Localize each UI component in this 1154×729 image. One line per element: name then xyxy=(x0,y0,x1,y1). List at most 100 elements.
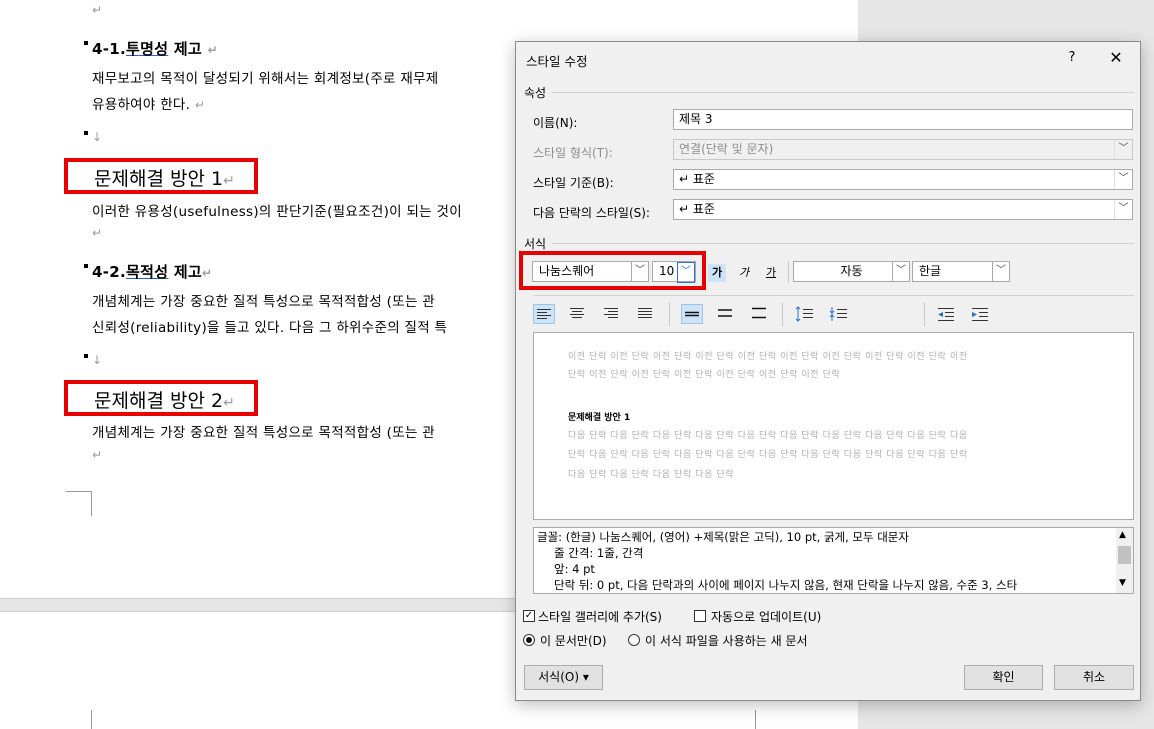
toolbar-separator xyxy=(788,261,789,283)
spacing-decrease-icon xyxy=(829,307,847,321)
add-to-gallery-label[interactable]: 스타일 갤러리에 추가(S) xyxy=(538,608,662,625)
align-left-button[interactable] xyxy=(533,304,555,324)
section-title-underlined: 투명성 xyxy=(126,40,169,58)
script-value: 한글 xyxy=(919,264,942,278)
indent-icon xyxy=(972,308,988,321)
close-button[interactable]: ✕ xyxy=(1101,47,1131,69)
heading-problem-solution-2[interactable]: 문제해결 방안 2↵ xyxy=(94,386,235,413)
increase-paragraph-spacing-button[interactable] xyxy=(794,304,816,324)
section-title-rest: 제고 xyxy=(168,40,203,58)
heading-problem-solution-1[interactable]: 문제해결 방안 1↵ xyxy=(94,164,235,191)
properties-group-label: 속성 xyxy=(524,86,547,100)
heading-text: 문제해결 방안 1 xyxy=(94,168,224,190)
next-style-value: ↵ 표준 xyxy=(679,202,715,216)
page-corner-mark xyxy=(66,491,91,492)
new-documents-label[interactable]: 이 서식 파일을 사용하는 새 문서 xyxy=(645,632,808,649)
justify-icon xyxy=(638,308,652,318)
heading-bullet xyxy=(84,264,88,268)
preview-next-paragraph: 단락 다음 단락 다음 단락 다음 단락 다음 단락 다음 단락 다음 단락 다… xyxy=(568,450,968,460)
decrease-indent-button[interactable] xyxy=(935,304,957,324)
format-menu-button[interactable]: 서식(O) ▾ xyxy=(524,665,603,690)
preview-previous-paragraph: 단락 이전 단락 이전 단락 이전 단락 이전 단락 이전 단락 이전 단락 xyxy=(568,370,841,380)
style-type-select: 연결(단락 및 문자) ﹀ xyxy=(673,139,1133,160)
paragraph-mark: ↵ xyxy=(92,448,103,462)
body-text-line[interactable]: 신뢰성(reliability)을 들고 있다. 다음 그 하위수준의 질적 특 xyxy=(92,316,447,336)
auto-update-checkbox[interactable] xyxy=(694,610,706,622)
ok-button[interactable]: 확인 xyxy=(964,665,1043,690)
paragraph-mark: ↵ xyxy=(92,226,103,240)
name-label: 이름(N): xyxy=(533,116,578,130)
style-based-on-select[interactable]: ↵ 표준 ﹀ xyxy=(673,169,1133,190)
one-half-spacing-button[interactable] xyxy=(715,304,737,324)
italic-button[interactable]: 가 xyxy=(735,264,753,282)
group-divider xyxy=(533,295,1134,296)
page-corner-mark xyxy=(91,710,92,729)
line-break-mark: ↓ xyxy=(92,130,103,144)
scroll-up-icon[interactable]: ▲ xyxy=(1119,530,1126,540)
body-text-line[interactable]: 재무보고의 목적이 달성되기 위해서는 회계정보(주로 재무제 xyxy=(92,67,439,87)
chevron-down-icon: ﹀ xyxy=(1114,170,1132,189)
based-on-label: 스타일 기준(B): xyxy=(533,176,614,190)
section-title-rest: 제고 xyxy=(168,263,203,281)
body-text-line[interactable]: 이러한 유용성(usefulness)의 판단기준(필요조건)이 되는 것이 xyxy=(92,200,462,220)
highlight-box-font xyxy=(519,251,706,290)
add-to-gallery-checkbox[interactable]: ✓ xyxy=(523,610,535,622)
only-this-document-radio[interactable] xyxy=(523,634,535,646)
line-break-mark: ↓ xyxy=(92,353,103,367)
scroll-down-icon[interactable]: ▼ xyxy=(1119,578,1126,588)
align-right-button[interactable] xyxy=(601,304,623,324)
modify-style-dialog: 스타일 수정 ? ✕ 속성 이름(N): 제목 3 스타일 형식(T): 연결(… xyxy=(515,41,1141,701)
body-text-line[interactable]: 개념체계는 가장 중요한 질적 특성으로 목적적합성 (또는 관 xyxy=(92,290,435,310)
section-number: 4-1. xyxy=(92,40,126,58)
based-on-value: ↵ 표준 xyxy=(679,172,715,186)
description-line: 줄 간격: 1줄, 간격 xyxy=(554,546,644,560)
next-paragraph-style-select[interactable]: ↵ 표준 ﹀ xyxy=(673,199,1133,220)
paragraph-mark: ↵ xyxy=(194,98,206,112)
toolbar-separator xyxy=(782,302,783,326)
paragraph-mark: ↵ xyxy=(207,43,218,57)
empty-para-bullet xyxy=(84,354,88,358)
align-left-icon xyxy=(537,309,551,319)
section-heading-4-1[interactable]: 4-1.투명성 제고 ↵ xyxy=(92,38,218,59)
new-documents-radio[interactable] xyxy=(628,634,640,646)
single-spacing-button[interactable] xyxy=(681,304,703,324)
style-preview: 이전 단락 이전 단락 이전 단락 이전 단락 이전 단락 이전 단락 이전 단… xyxy=(533,332,1134,520)
underline-button[interactable]: 가 xyxy=(762,264,780,282)
cancel-button[interactable]: 취소 xyxy=(1054,665,1134,690)
group-divider xyxy=(552,92,1134,93)
bold-button[interactable]: 가 xyxy=(708,264,726,282)
align-center-button[interactable] xyxy=(567,304,589,324)
decrease-paragraph-spacing-button[interactable] xyxy=(828,304,850,324)
page-corner-mark xyxy=(91,491,92,516)
description-line: 단락 뒤: 0 pt, 다음 단락과의 사이에 페이지 나누지 않음, 현재 단… xyxy=(554,578,1018,592)
description-scrollbar[interactable]: ▲ ▼ xyxy=(1116,528,1133,593)
preview-next-paragraph: 다음 단락 다음 단락 다음 단락 다음 단락 xyxy=(568,470,735,480)
section-number: 4-2. xyxy=(92,263,126,281)
heading-bullet xyxy=(84,41,88,45)
page-corner-mark xyxy=(755,710,756,729)
body-text-line[interactable]: 개념체계는 가장 중요한 질적 특성으로 목적적합성 (또는 관 xyxy=(92,421,435,441)
next-style-label: 다음 단락의 스타일(S): xyxy=(533,206,650,220)
font-color-select[interactable]: 자동 ﹀ xyxy=(793,261,910,282)
script-select[interactable]: 한글 ﹀ xyxy=(912,261,1010,282)
style-description[interactable]: 글꼴: (한글) 나눔스퀘어, (영어) +제목(맑은 고딕), 10 pt, … xyxy=(533,527,1134,594)
dialog-title: 스타일 수정 xyxy=(526,54,588,69)
auto-update-label[interactable]: 자동으로 업데이트(U) xyxy=(711,608,821,625)
only-this-document-label[interactable]: 이 문서만(D) xyxy=(540,632,607,649)
justify-button[interactable] xyxy=(635,304,657,324)
font-color-value: 자동 xyxy=(840,264,863,278)
double-spacing-button[interactable] xyxy=(749,304,771,324)
body-text-line[interactable]: 유용하여야 한다. ↵ xyxy=(92,93,205,113)
group-divider xyxy=(552,243,1134,244)
description-line: 앞: 4 pt xyxy=(554,562,595,576)
style-name-input[interactable]: 제목 3 xyxy=(673,109,1133,130)
outdent-icon xyxy=(938,308,954,321)
scroll-thumb[interactable] xyxy=(1118,546,1131,564)
line-spacing-onehalf-icon xyxy=(718,309,732,317)
increase-indent-button[interactable] xyxy=(969,304,991,324)
paragraph-mark: ↵ xyxy=(223,173,235,189)
help-button[interactable]: ? xyxy=(1061,47,1083,69)
empty-para-bullet xyxy=(84,131,88,135)
section-heading-4-2[interactable]: 4-2.목적성 제고↵ xyxy=(92,261,212,282)
chevron-down-icon: ﹀ xyxy=(892,262,909,281)
